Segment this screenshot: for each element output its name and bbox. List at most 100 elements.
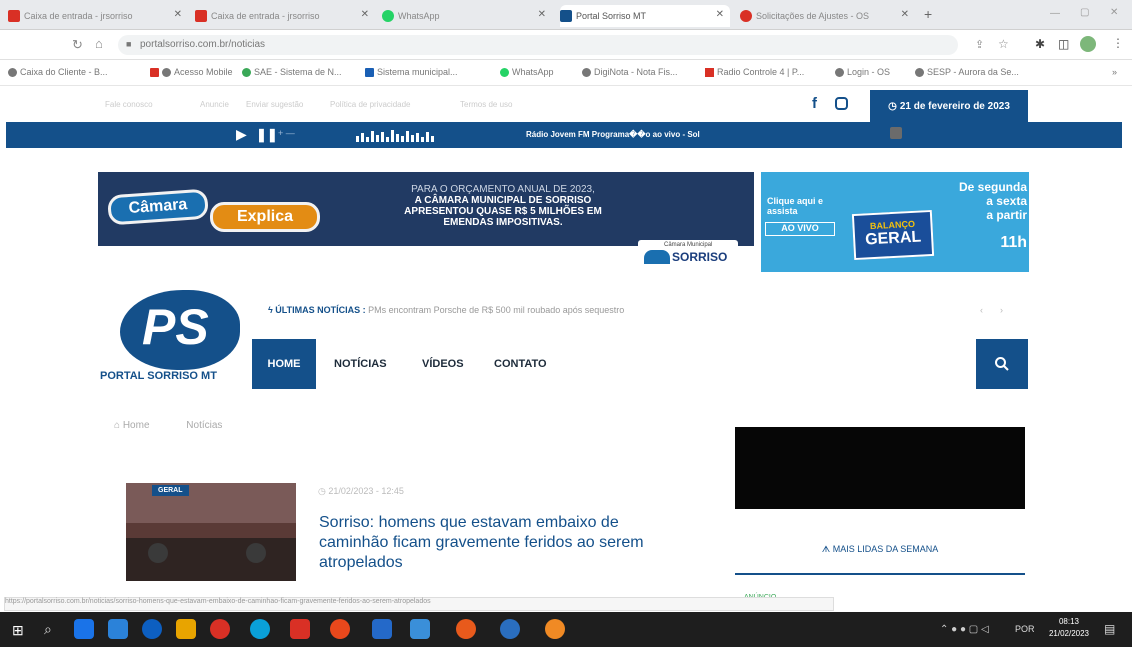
- banner-line: PARA O ORÇAMENTO ANUAL DE 2023,: [411, 184, 595, 195]
- url-field[interactable]: ■ portalsorriso.com.br/noticias: [118, 35, 958, 55]
- new-tab-icon[interactable]: +: [924, 6, 932, 22]
- record-icon: [740, 10, 752, 22]
- sidebar-icon[interactable]: ◫: [1058, 37, 1069, 51]
- chrome-icon[interactable]: [210, 619, 230, 639]
- article-date: ◷ 21/02/2023 - 12:45: [318, 486, 404, 496]
- play-icon[interactable]: ▶: [236, 126, 247, 143]
- balanco-geral-logo: BALANÇO GERAL: [851, 209, 935, 261]
- banner-badge: Explica: [210, 202, 320, 232]
- language-indicator[interactable]: POR: [1015, 624, 1035, 634]
- more-bookmarks-icon[interactable]: »: [1112, 67, 1117, 77]
- volume-slider[interactable]: + —: [278, 128, 295, 138]
- edge-blue-icon[interactable]: [250, 619, 270, 639]
- article-thumbnail[interactable]: GERAL: [126, 483, 296, 581]
- tab-label: Caixa de entrada - jrsorriso: [211, 11, 320, 21]
- maximize-icon[interactable]: ▢: [1080, 7, 1089, 18]
- clock[interactable]: 08:13 21/02/2023: [1045, 616, 1093, 640]
- player-icon[interactable]: [500, 619, 520, 639]
- reload-icon[interactable]: ↻: [72, 37, 83, 53]
- share-icon[interactable]: ⇪: [975, 38, 984, 51]
- tab-label: Caixa de entrada - jrsorriso: [24, 11, 133, 21]
- breadcrumb-home[interactable]: Home: [123, 420, 150, 431]
- close-icon[interactable]: ✕: [901, 9, 909, 20]
- ad-block[interactable]: [735, 427, 1025, 509]
- camara-explica-banner[interactable]: Câmara Explica PARA O ORÇAMENTO ANUAL DE…: [98, 172, 754, 272]
- menu-home[interactable]: HOME: [252, 339, 316, 389]
- extensions-icon[interactable]: ✱: [1035, 37, 1045, 51]
- gmail-icon[interactable]: [290, 619, 310, 639]
- lock-icon: ■: [126, 39, 132, 49]
- profile-avatar[interactable]: [1080, 36, 1096, 52]
- camara-emblem-icon: [644, 250, 670, 264]
- address-bar-row: ↻ ⌂ ■ portalsorriso.com.br/noticias ⇪ ☆ …: [0, 30, 1132, 60]
- word-icon[interactable]: [372, 619, 392, 639]
- search-icon: [995, 357, 1009, 371]
- radio-player-bar: ▶ ❚❚ + — Rádio Jovem FM Programa��o ao v…: [6, 122, 1122, 148]
- banner-cta: Clique aqui e assista: [767, 196, 824, 216]
- bookmark-item[interactable]: Acesso Mobile: [150, 67, 233, 78]
- app-icon[interactable]: [545, 619, 565, 639]
- radio-logo-icon: [890, 127, 902, 139]
- browser-tab[interactable]: Caixa de entrada - jrsorriso ✕: [8, 5, 188, 27]
- excel-icon[interactable]: [74, 619, 94, 639]
- menu-noticias[interactable]: NOTÍCIAS: [334, 339, 387, 389]
- bookmark-item[interactable]: Radio Controle 4 | P...: [705, 67, 804, 78]
- menu-kebab-icon[interactable]: ⋮: [1112, 36, 1124, 50]
- browser-tab[interactable]: WhatsApp ✕: [382, 5, 552, 27]
- pause-icon[interactable]: ❚❚: [256, 127, 278, 143]
- menu-videos[interactable]: VÍDEOS: [422, 339, 464, 389]
- topnav-link[interactable]: Política de privacidade: [330, 100, 411, 109]
- ticker-prev-icon[interactable]: ‹: [980, 305, 983, 315]
- close-icon[interactable]: ✕: [174, 9, 182, 20]
- taskview-icon[interactable]: [108, 619, 128, 639]
- photos-icon[interactable]: [410, 619, 430, 639]
- gmail-icon: [8, 10, 20, 22]
- opera-icon[interactable]: [330, 619, 350, 639]
- close-icon[interactable]: ✕: [361, 9, 369, 20]
- minimize-icon[interactable]: —: [1050, 8, 1060, 19]
- bookmark-item[interactable]: Login - OS: [835, 67, 890, 78]
- close-icon[interactable]: ✕: [716, 9, 724, 20]
- close-icon[interactable]: ✕: [538, 9, 546, 20]
- balanco-geral-banner[interactable]: Clique aqui e assista AO VIVO BALANÇO GE…: [761, 172, 1029, 272]
- bookmark-item[interactable]: DigiNota - Nota Fis...: [582, 67, 678, 78]
- search-button[interactable]: [976, 339, 1028, 389]
- browser-tab-bar: Caixa de entrada - jrsorriso ✕ Caixa de …: [0, 0, 1132, 30]
- topnav-link[interactable]: Termos de uso: [460, 100, 512, 109]
- banner-line: APRESENTOU QUASE R$ 5 MILHÕES EM: [404, 206, 602, 217]
- bookmark-item[interactable]: Caixa do Cliente - B...: [8, 67, 108, 78]
- category-badge[interactable]: GERAL: [152, 485, 189, 496]
- bookmark-item[interactable]: Sistema municipal...: [365, 67, 458, 78]
- star-icon[interactable]: ☆: [998, 37, 1009, 51]
- explorer-icon[interactable]: [176, 619, 196, 639]
- menu-contato[interactable]: CONTATO: [494, 339, 547, 389]
- bookmarks-bar: Caixa do Cliente - B... Acesso Mobile SA…: [0, 60, 1132, 86]
- most-read-heading: ᗑ MAIS LIDAS DA SEMANA: [821, 544, 939, 554]
- topnav-link[interactable]: Anuncie: [200, 100, 229, 109]
- topnav-link[interactable]: Enviar sugestão: [246, 100, 303, 109]
- article-title[interactable]: Sorriso: homens que estavam embaixo de c…: [319, 513, 679, 573]
- bookmark-item[interactable]: WhatsApp: [500, 67, 554, 78]
- date-text: 21 de fevereiro de 2023: [899, 100, 1010, 112]
- ticker-next-icon[interactable]: ›: [1000, 305, 1003, 315]
- bookmark-item[interactable]: SAE - Sistema de N...: [242, 67, 342, 78]
- tray-icons[interactable]: ⌃ ● ● ▢ ◁: [940, 624, 989, 635]
- search-icon[interactable]: ⌕: [44, 621, 52, 638]
- instagram-icon[interactable]: [835, 97, 848, 110]
- site-logo[interactable]: PS PORTAL SORRISO MT: [100, 290, 250, 390]
- ticker-headline[interactable]: PMs encontram Porsche de R$ 500 mil roub…: [368, 305, 624, 315]
- browser-tab[interactable]: Solicitações de Ajustes - OS ✕: [740, 5, 915, 27]
- home-icon[interactable]: ⌂: [95, 36, 103, 51]
- fire-icon: ᗑ: [821, 544, 831, 554]
- browser-tab[interactable]: Caixa de entrada - jrsorriso ✕: [195, 5, 375, 27]
- media-icon[interactable]: [456, 619, 476, 639]
- facebook-icon[interactable]: f: [812, 95, 817, 112]
- topnav-link[interactable]: Fale conosco: [105, 100, 153, 109]
- close-window-icon[interactable]: ✕: [1110, 7, 1118, 18]
- edge-icon[interactable]: [142, 619, 162, 639]
- browser-tab-active[interactable]: Portal Sorriso MT ✕: [560, 5, 730, 27]
- bookmark-item[interactable]: SESP - Aurora da Se...: [915, 67, 1019, 78]
- ticker-label: ÚLTIMAS NOTÍCIAS :: [275, 305, 366, 315]
- windows-start-icon[interactable]: ⊞: [12, 622, 24, 639]
- notification-icon[interactable]: ▤: [1104, 622, 1115, 636]
